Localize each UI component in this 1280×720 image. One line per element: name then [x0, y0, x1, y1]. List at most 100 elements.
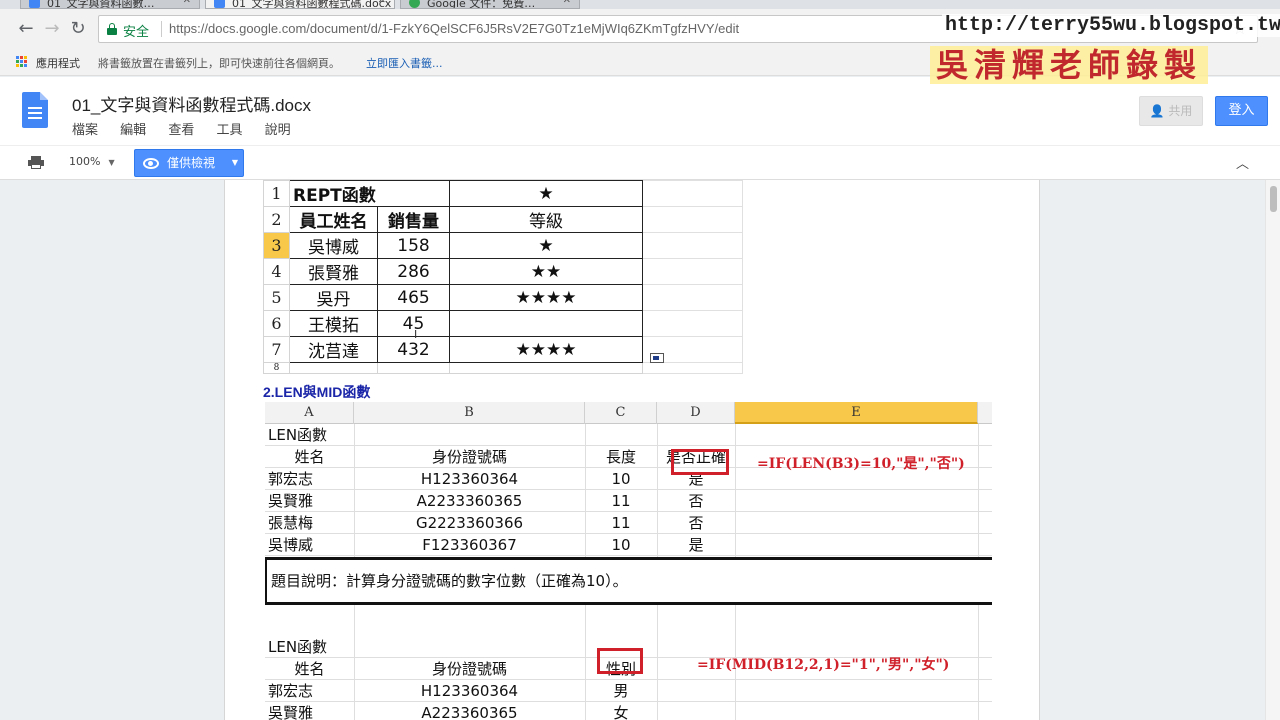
- divider: [161, 21, 162, 37]
- column-header-b: B: [354, 402, 585, 424]
- table-cell: 吳博威: [289, 232, 378, 259]
- column-header-c: C: [585, 402, 657, 424]
- view-mode-label: 僅供檢視: [167, 156, 216, 170]
- rept-title-star: ★: [449, 180, 643, 207]
- reload-icon[interactable]: ↻: [66, 17, 90, 41]
- docs-toolbar: 100% ▼ 僅供檢視 ▼ ︿: [0, 145, 1280, 180]
- len-formula: =IF(LEN(B3)=10,"是","否"): [757, 456, 965, 472]
- column-header-d: D: [657, 402, 735, 424]
- table-cell: 465: [377, 284, 450, 311]
- table-cell: 沈莒達: [289, 336, 378, 363]
- header-name: 姓名: [294, 660, 325, 678]
- table-cell: A2233360365: [416, 492, 523, 510]
- table-cell: 吳賢雅: [268, 492, 314, 510]
- menu-file[interactable]: 檔案: [72, 123, 98, 138]
- apps-grid-icon[interactable]: [16, 56, 28, 68]
- apps-link[interactable]: 應用程式: [36, 55, 80, 71]
- document-title: 01_文字與資料函數程式碼.docx: [72, 96, 311, 115]
- browser-tab-label: Google 文件：免費…: [427, 0, 536, 9]
- close-tab-icon[interactable]: ✕: [563, 0, 571, 6]
- back-arrow-icon[interactable]: ←: [14, 17, 38, 41]
- table-cell: 吳博威: [268, 536, 314, 554]
- share-button[interactable]: 👤 共用: [1139, 96, 1203, 126]
- table-row: LEN函數: [265, 424, 992, 446]
- question-note: 題目說明：計算身分證號碼的數字位數（正確為10）。: [265, 557, 992, 605]
- header-grade: 等級: [449, 206, 643, 233]
- google-favicon-icon: [409, 0, 420, 8]
- chevron-up-icon[interactable]: ︿: [1236, 153, 1249, 172]
- table-cell: 是: [688, 536, 704, 554]
- len-spreadsheet-image: A B C D E LEN函數 姓名 身份證號碼 長度 是否正確 郭宏志 H12…: [265, 402, 992, 720]
- rept-spreadsheet-image: 1 REPT函數 ★ 2 員工姓名 銷售量 等級 3 吳博威 158 ★ 4 張…: [263, 180, 745, 374]
- header-id: 身份證號碼: [431, 448, 507, 466]
- document-page: 1 REPT函數 ★ 2 員工姓名 銷售量 等級 3 吳博威 158 ★ 4 張…: [224, 180, 1040, 720]
- table-cell: 張賢雅: [289, 258, 378, 285]
- table-cell: 158: [377, 232, 450, 259]
- forward-arrow-icon[interactable]: →: [40, 17, 64, 41]
- table-cell: H123360364: [420, 470, 519, 488]
- rept-title: REPT函數: [289, 180, 450, 207]
- table-cell: 郭宏志: [268, 682, 314, 700]
- table-cell: 11: [611, 514, 631, 532]
- scrollbar-thumb[interactable]: [1270, 186, 1277, 212]
- menu-view[interactable]: 查看: [168, 123, 194, 138]
- close-tab-icon[interactable]: ✕: [183, 0, 191, 6]
- row-number: 6: [263, 310, 290, 337]
- table-cell: 吳丹: [289, 284, 378, 311]
- import-bookmarks-link[interactable]: 立即匯入書籤...: [366, 55, 443, 71]
- table-cell-selected: ★: [449, 232, 643, 259]
- menu-edit[interactable]: 編輯: [120, 123, 146, 138]
- mid-title: LEN函數: [268, 638, 328, 656]
- browser-tab-label: 01_文字與資料函數程式碼.docx: [232, 0, 392, 9]
- menu-tools[interactable]: 工具: [216, 123, 242, 138]
- header-sales: 銷售量: [377, 206, 450, 233]
- text-cursor-icon: I: [414, 328, 418, 341]
- browser-tab-strip: 01_文字與資料函數… ✕ 01_文字與資料函數程式碼.docx ✕ Googl…: [0, 0, 1280, 9]
- table-cell: 10: [611, 470, 631, 488]
- row-number: 1: [263, 180, 290, 207]
- table-row: 張慧梅 G2223360366 11 否: [265, 512, 992, 534]
- table-cell: 286: [377, 258, 450, 285]
- browser-tab-active[interactable]: 01_文字與資料函數程式碼.docx ✕: [205, 0, 395, 9]
- table-cell: 郭宏志: [268, 470, 314, 488]
- view-mode-button[interactable]: 僅供檢視 ▼: [134, 149, 244, 177]
- header-employee: 員工姓名: [289, 206, 378, 233]
- table-row: 吳賢雅 A2233360365 11 否: [265, 490, 992, 512]
- watermark-url: http://terry55wu.blogspot.tw: [942, 14, 1280, 37]
- close-tab-icon[interactable]: ✕: [378, 0, 386, 6]
- row-number: 8: [263, 362, 290, 374]
- table-cell: [449, 310, 643, 337]
- login-button[interactable]: 登入: [1215, 96, 1268, 126]
- eye-icon: [143, 158, 159, 169]
- menu-help[interactable]: 說明: [265, 123, 291, 138]
- row-number: 7: [263, 336, 290, 363]
- url-text[interactable]: https://docs.google.com/document/d/1-Fzk…: [169, 21, 739, 36]
- column-header-row: A B C D E: [265, 402, 992, 424]
- browser-tab-label: 01_文字與資料函數…: [47, 0, 155, 9]
- column-header-a: A: [265, 402, 354, 424]
- vertical-scrollbar[interactable]: [1265, 180, 1280, 720]
- table-row: 吳博威 F123360367 10 是: [265, 534, 992, 556]
- zoom-value: 100%: [69, 155, 101, 168]
- docs-favicon-icon: [214, 0, 225, 8]
- row-number: 2: [263, 206, 290, 233]
- docs-header: 01_文字與資料函數程式碼.docx 檔案 編輯 查看 工具 說明 👤 共用 登…: [0, 77, 1280, 145]
- browser-tab[interactable]: Google 文件：免費… ✕: [400, 0, 580, 9]
- print-icon[interactable]: [28, 156, 44, 169]
- google-docs-logo-icon[interactable]: [22, 92, 48, 128]
- table-cell: 否: [688, 492, 704, 510]
- table-cell: 女: [613, 704, 629, 720]
- watermark-name: 吳清輝老師錄製: [930, 46, 1209, 84]
- zoom-select[interactable]: 100% ▼: [69, 155, 115, 168]
- mid-formula: =IF(MID(B12,2,1)="1","男","女"): [697, 657, 950, 673]
- table-cell: ★★: [449, 258, 643, 285]
- table-cell: ★★★★: [449, 284, 643, 311]
- browser-tab[interactable]: 01_文字與資料函數… ✕: [20, 0, 200, 9]
- paste-options-icon: [650, 353, 664, 363]
- highlight-box: [597, 648, 643, 674]
- len-title: LEN函數: [268, 426, 328, 444]
- person-icon: 👤: [1149, 104, 1165, 118]
- chevron-down-icon: ▼: [108, 158, 115, 167]
- header-id: 身份證號碼: [431, 660, 507, 678]
- table-cell: 吳賢雅: [268, 704, 314, 720]
